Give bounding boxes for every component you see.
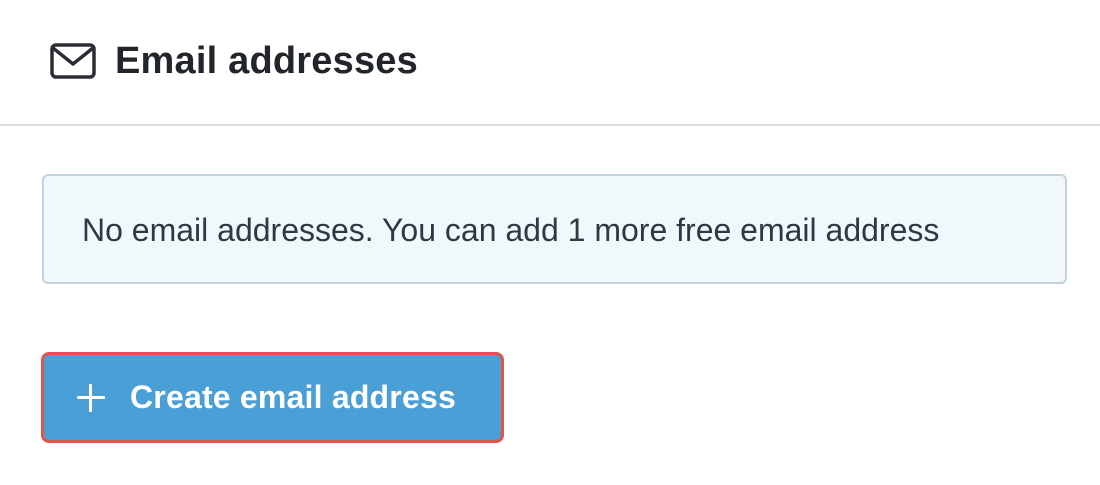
create-email-address-button[interactable]: Create email address bbox=[41, 352, 504, 443]
page-header: Email addresses bbox=[0, 0, 1100, 126]
plus-icon bbox=[77, 383, 105, 412]
notice-text: No email addresses. You can add 1 more f… bbox=[82, 212, 940, 248]
page-title: Email addresses bbox=[115, 40, 418, 82]
empty-state-notice: No email addresses. You can add 1 more f… bbox=[42, 174, 1067, 284]
create-button-label: Create email address bbox=[130, 379, 456, 415]
envelope-icon bbox=[50, 43, 96, 79]
